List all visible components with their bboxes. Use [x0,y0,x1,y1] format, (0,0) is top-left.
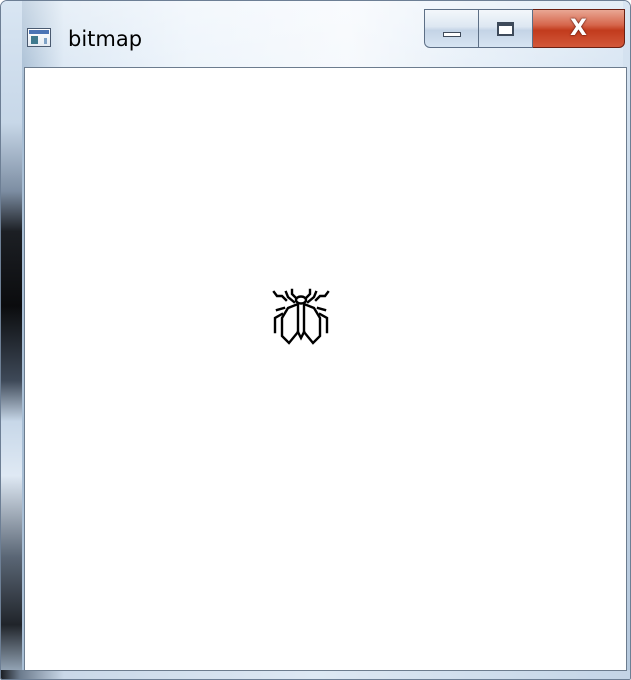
close-icon: X [570,15,587,41]
client-area[interactable] [24,67,627,671]
close-button[interactable]: X [533,9,625,48]
title-bar[interactable]: bitmap X [1,1,630,67]
application-window-icon[interactable] [27,28,51,47]
app-icon-shape-small [44,38,47,44]
window-frame-left[interactable] [1,1,22,679]
minimize-button[interactable] [424,9,479,48]
app-icon-bar [29,30,49,34]
app-window: bitmap X [0,0,631,680]
maximize-button[interactable] [479,9,533,48]
app-icon-shape [31,36,38,44]
window-title: bitmap [68,27,143,51]
window-frame-bottom[interactable] [1,670,630,679]
bug-icon [272,288,330,345]
caption-buttons: X [424,9,625,48]
maximize-icon [497,21,514,36]
minimize-icon [442,32,461,37]
